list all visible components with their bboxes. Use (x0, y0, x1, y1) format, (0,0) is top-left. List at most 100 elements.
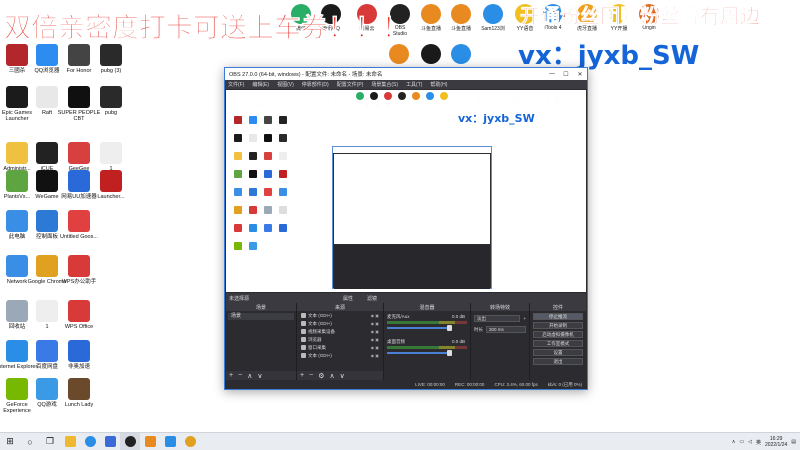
language-indicator[interactable]: 英 (756, 439, 761, 446)
add-icon[interactable]: + (300, 372, 304, 379)
desktop-icon[interactable] (448, 44, 474, 65)
move-up-icon[interactable]: ∧ (329, 372, 334, 380)
desktop-icon[interactable]: pubg (3) (88, 44, 134, 74)
desktop-icon[interactable]: Lunch Lady (56, 378, 102, 408)
desktop-icon[interactable]: Untitled Goos... (56, 210, 102, 240)
app-icon (36, 86, 58, 108)
minimize-icon[interactable]: — (545, 68, 559, 80)
control-button[interactable]: 开始录制 (533, 322, 583, 329)
control-button[interactable]: 退出 (533, 358, 583, 365)
desktop-icon-label: 斗鱼直播 (450, 26, 471, 32)
app-icon (451, 4, 471, 24)
taskbar-app-edge[interactable] (80, 433, 100, 450)
taskbar-app-obs[interactable] (120, 432, 140, 450)
maximize-icon[interactable]: ☐ (559, 68, 573, 80)
source-item[interactable]: 浏览器 ◉ ▣ (299, 336, 381, 343)
clock[interactable]: 16:29 2022/1/24 (765, 436, 787, 448)
source-item[interactable]: 视频采集设备 ◉ ▣ (299, 328, 381, 335)
app-icon (36, 44, 58, 66)
network-icon[interactable]: ▭ (739, 439, 744, 445)
control-button[interactable]: 启动虚拟摄像机 (533, 331, 583, 338)
move-down-icon[interactable]: ∨ (257, 372, 262, 380)
desktop-icon[interactable]: 非奥加速 (56, 340, 102, 370)
transition-select[interactable]: 淡出 (474, 315, 521, 322)
move-down-icon[interactable]: ∨ (340, 372, 345, 380)
source-item[interactable]: 文本 (GDI+) ◉ ▣ (299, 352, 381, 359)
desktop-icon[interactable] (418, 44, 444, 65)
desktop-icon[interactable]: 斗鱼直播 (448, 4, 474, 32)
remove-icon[interactable]: − (309, 372, 313, 379)
app-icon (421, 4, 441, 24)
obs-menu-item[interactable]: 工具(T) (406, 81, 422, 88)
obs-menu-item[interactable]: 视图(V) (277, 81, 294, 88)
source-toolbar: 未选择源 属性 滤镜 (226, 293, 586, 303)
move-up-icon[interactable]: ∧ (247, 372, 252, 380)
obs-menu-item[interactable]: 文件(F) (228, 81, 244, 88)
desktop-icon[interactable]: Launcher... (88, 170, 134, 200)
desktop-icon-label: Untitled Goos... (60, 234, 98, 240)
duration-field[interactable]: 300 ms (486, 326, 526, 333)
control-button[interactable]: 停止推流 (533, 313, 583, 320)
volume-meter (387, 321, 467, 324)
desktop-icon[interactable]: WPS办公助手 (56, 255, 102, 285)
eye-lock-icons[interactable]: ◉ ▣ (371, 321, 381, 326)
task-view-icon[interactable]: ❐ (40, 433, 60, 450)
add-icon[interactable]: + (523, 316, 526, 321)
preview-icon (249, 206, 257, 214)
remove-icon[interactable]: − (238, 372, 242, 379)
obs-title-text: OBS 27.0.0 (64-bit, windows) - 配置文件: 未命名… (229, 72, 383, 78)
desktop-icon[interactable]: 斗鱼直播 (418, 4, 444, 32)
eye-lock-icons[interactable]: ◉ ▣ (371, 313, 381, 318)
desktop-icon[interactable]: Sam123浏 (480, 4, 506, 32)
taskbar-app-douyu[interactable] (140, 433, 160, 450)
obs-menu-item[interactable]: 编辑(E) (252, 81, 269, 88)
status-item: LIVE: 00:00:00 (415, 382, 445, 387)
add-icon[interactable]: + (229, 372, 233, 379)
gear-icon[interactable]: ⚙ (318, 372, 324, 380)
app-icon (36, 300, 58, 322)
eye-lock-icons[interactable]: ◉ ▣ (371, 329, 381, 334)
scene-item[interactable]: 场景 (228, 313, 294, 320)
properties-button[interactable]: 属性 (343, 295, 353, 302)
douyu-icon (144, 436, 156, 447)
preview-icon (426, 92, 434, 100)
preview-icon (249, 152, 257, 160)
taskbar-app-chrome[interactable] (180, 433, 200, 450)
windows-start-icon[interactable]: ⊞ (0, 433, 20, 450)
source-item[interactable]: 文本 (GDI+) ◉ ▣ (299, 320, 381, 327)
desktop-icon[interactable]: WPS Office (56, 300, 102, 330)
eye-lock-icons[interactable]: ◉ ▣ (371, 337, 381, 342)
obs-menu-item[interactable]: 帮助(H) (430, 81, 447, 88)
eye-lock-icons[interactable]: ◉ ▣ (371, 345, 381, 350)
close-icon[interactable]: ✕ (573, 68, 587, 80)
obs-preview[interactable]: 双倍亲密度打卡可送上车券！！！ 开通粉丝团赠粉丝牌有周边 vx：jyxb_SW (226, 90, 586, 292)
volume-slider[interactable] (387, 350, 453, 356)
obs-menu-item[interactable]: 场景集合(S) (371, 81, 398, 88)
control-button[interactable]: 工作室模式 (533, 340, 583, 347)
obs-menu-item[interactable]: 配置文件(P) (337, 81, 364, 88)
taskbar-app-explorer[interactable] (60, 433, 80, 450)
desktop-icon[interactable]: 1 (88, 142, 134, 172)
source-item[interactable]: 窗口采集 ◉ ▣ (299, 344, 381, 351)
source-type-icon (301, 345, 306, 350)
eye-lock-icons[interactable]: ◉ ▣ (371, 353, 381, 358)
control-button[interactable]: 设置 (533, 349, 583, 356)
obs-window[interactable]: OBS 27.0.0 (64-bit, windows) - 配置文件: 未命名… (224, 67, 588, 390)
desktop-icon[interactable]: pubg (88, 86, 134, 116)
taskbar-app-store[interactable] (100, 433, 120, 450)
filters-button[interactable]: 滤镜 (367, 295, 377, 302)
volume-slider[interactable] (387, 325, 453, 331)
obs-menu-item[interactable]: 停靠部件(D) (302, 81, 329, 88)
obs-titlebar[interactable]: OBS 27.0.0 (64-bit, windows) - 配置文件: 未命名… (225, 68, 587, 80)
app-icon (68, 210, 90, 232)
desktop-icon[interactable] (386, 44, 412, 65)
app-icon (36, 170, 58, 192)
status-item: kb/s: 0 (已用 0%) (547, 381, 582, 387)
volume-icon[interactable]: ◁ (748, 439, 752, 445)
chevron-up-icon[interactable]: ∧ (732, 439, 736, 445)
taskbar-app-sam[interactable] (160, 433, 180, 450)
preview-icon (398, 92, 406, 100)
notification-icon[interactable]: ▤ (791, 439, 796, 445)
source-item[interactable]: 文本 (GDI+) ◉ ▣ (299, 312, 381, 319)
search-icon[interactable]: ○ (20, 433, 40, 450)
